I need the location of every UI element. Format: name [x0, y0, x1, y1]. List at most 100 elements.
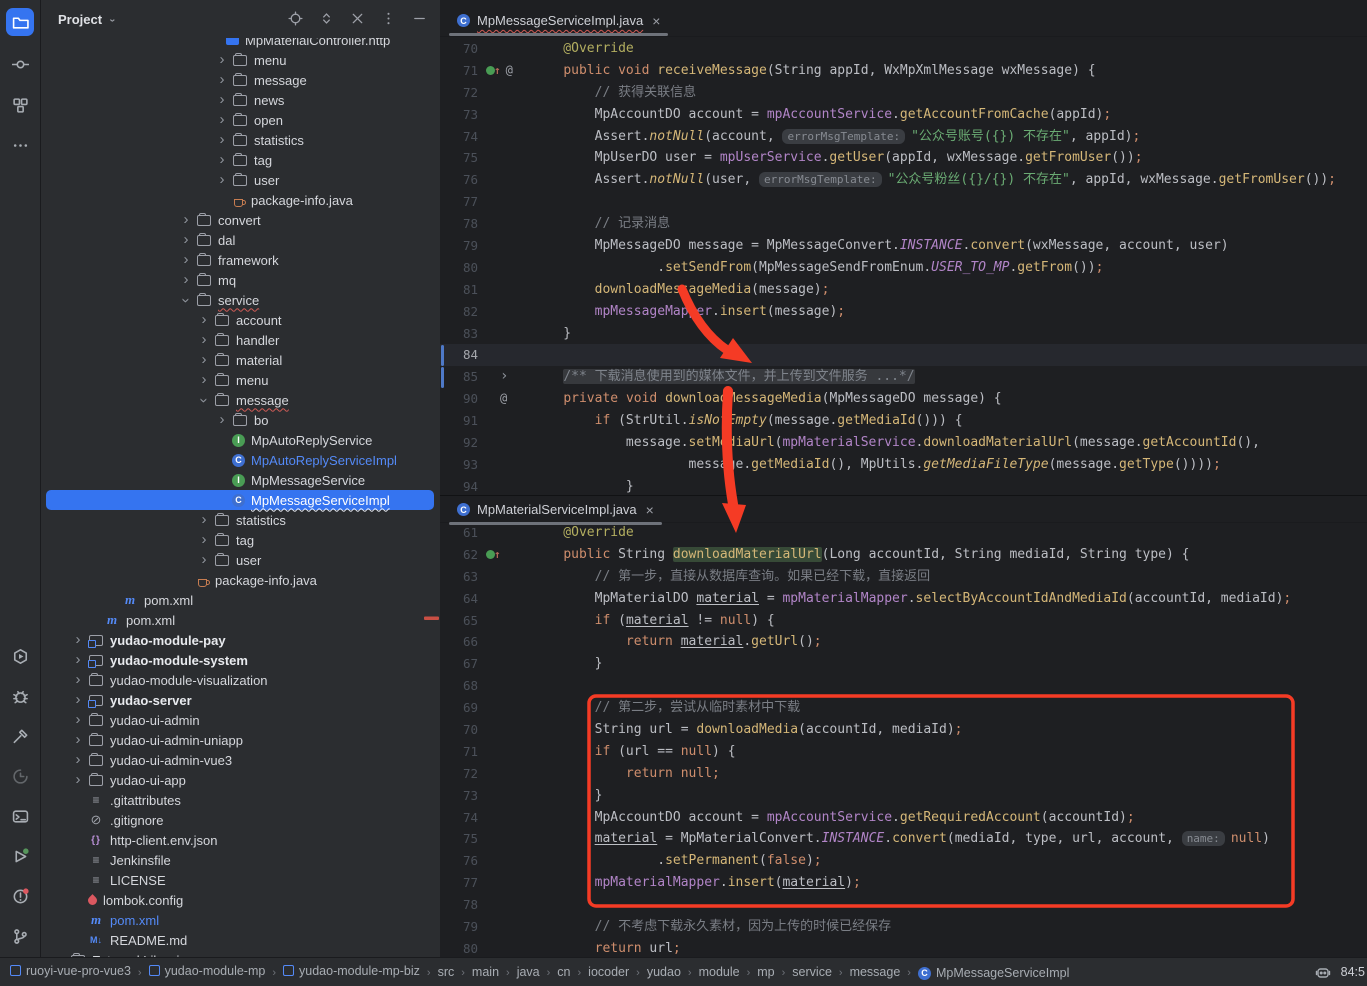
expand-collapse-icon[interactable] [317, 9, 335, 27]
chevron-collapsed-icon[interactable]: › [194, 511, 214, 528]
tree-item--gitignore[interactable]: ⊘.gitignore [40, 810, 440, 830]
tree-item-mpmessageserviceimpl[interactable]: CMpMessageServiceImpl [46, 490, 434, 510]
git-branch-icon[interactable] [6, 922, 34, 950]
tree-item-message[interactable]: ›message [40, 390, 440, 410]
breadcrumb-item-ruoyi-vue-pro-vue3[interactable]: ruoyi-vue-pro-vue3 [10, 964, 131, 978]
gutter[interactable]: 85› [440, 366, 532, 388]
gutter[interactable]: 92 [440, 432, 532, 454]
code-line-66[interactable]: 66 return material.getUrl(); [440, 631, 1367, 653]
tree-item-yudao-ui-admin[interactable]: ›yudao-ui-admin [40, 710, 440, 730]
breadcrumb-item-yudao-module-mp-biz[interactable]: yudao-module-mp-biz [283, 964, 420, 978]
tree-item-material[interactable]: ›material [40, 350, 440, 370]
chevron-collapsed-icon[interactable]: › [194, 331, 214, 348]
gutter[interactable]: 72 [440, 763, 532, 785]
more-tools-icon[interactable] [6, 131, 34, 159]
gutter[interactable]: 76 [440, 169, 532, 191]
tree-item-http-client-env-json[interactable]: {}http-client.env.json [40, 830, 440, 850]
gutter[interactable]: 84 [440, 344, 532, 366]
gutter[interactable]: 69 [440, 697, 532, 719]
collapse-all-icon[interactable] [348, 9, 366, 27]
fold-chevron-icon[interactable]: › [486, 366, 508, 388]
breadcrumb-item-mp[interactable]: mp [757, 965, 774, 979]
gutter[interactable]: 78 [440, 894, 532, 916]
tree-item-mpmessageservice[interactable]: IMpMessageService [40, 470, 440, 490]
gutter[interactable]: 79 [440, 916, 532, 938]
project-folder-icon[interactable] [6, 8, 34, 36]
code-line-77[interactable]: 77 mpMaterialMapper.insert(material); [440, 872, 1367, 894]
gutter[interactable]: 63 [440, 566, 532, 588]
code-line-79[interactable]: 79 // 不考虑下载永久素材，因为上传的时候已经保存 [440, 916, 1367, 938]
code-line-84[interactable]: 84 [440, 344, 1367, 366]
code-line-73[interactable]: 73 MpAccountDO account = mpAccountServic… [440, 104, 1367, 126]
chevron-collapsed-icon[interactable]: › [176, 251, 196, 268]
code-line-80[interactable]: 80 return url; [440, 938, 1367, 958]
tree-item-user[interactable]: ›user [40, 550, 440, 570]
code-line-71[interactable]: 71↑@ public void receiveMessage(String a… [440, 60, 1367, 82]
code-line-80[interactable]: 80 .setSendFrom(MpMessageSendFromEnum.US… [440, 257, 1367, 279]
tree-item-jenkinsfile[interactable]: ≡Jenkinsfile [40, 850, 440, 870]
tree-item-license[interactable]: ≡LICENSE [40, 870, 440, 890]
gutter[interactable]: 75 [440, 147, 532, 169]
chevron-collapsed-icon[interactable]: › [68, 671, 88, 688]
code-line-70[interactable]: 70 @Override [440, 38, 1367, 60]
tree-item-menu[interactable]: ›menu [40, 370, 440, 390]
gutter[interactable]: 90@ [440, 388, 532, 410]
gutter[interactable]: 75 [440, 828, 532, 850]
editor-pane-bottom[interactable]: 61 @Override62↑ public String downloadMa… [440, 522, 1367, 958]
tree-item-open[interactable]: ›open [40, 110, 440, 130]
tree-item-tag[interactable]: ›tag [40, 530, 440, 550]
code-line-94[interactable]: 94 } [440, 476, 1367, 497]
close-icon[interactable]: × [652, 13, 660, 29]
override-marker-icon[interactable]: ↑ [486, 544, 501, 566]
hide-panel-icon[interactable] [410, 9, 428, 27]
tree-item-dal[interactable]: ›dal [40, 230, 440, 250]
code-line-92[interactable]: 92 message.setMediaUrl(mpMaterialService… [440, 432, 1367, 454]
gutter[interactable]: 94 [440, 476, 532, 497]
tree-item-yudao-ui-app[interactable]: ›yudao-ui-app [40, 770, 440, 790]
code-line-62[interactable]: 62↑ public String downloadMaterialUrl(Lo… [440, 544, 1367, 566]
chevron-collapsed-icon[interactable]: › [194, 551, 214, 568]
chevron-collapsed-icon[interactable]: › [212, 151, 232, 168]
gutter[interactable]: 74 [440, 807, 532, 829]
chevron-collapsed-icon[interactable]: › [176, 211, 196, 228]
commit-icon[interactable] [6, 50, 34, 78]
gutter[interactable]: 78 [440, 213, 532, 235]
tree-item-pom-xml[interactable]: mpom.xml [40, 590, 440, 610]
code-line-77[interactable]: 77 [440, 191, 1367, 213]
tree-item-statistics[interactable]: ›statistics [40, 130, 440, 150]
breadcrumb-item-main[interactable]: main [472, 965, 499, 979]
code-line-70[interactable]: 70 String url = downloadMedia(accountId,… [440, 719, 1367, 741]
code-line-91[interactable]: 91 if (StrUtil.isNotEmpty(message.getMed… [440, 410, 1367, 432]
gutter[interactable]: 80 [440, 938, 532, 958]
gutter[interactable]: 66 [440, 631, 532, 653]
breadcrumb-item-service[interactable]: service [792, 965, 832, 979]
gutter[interactable]: 64 [440, 588, 532, 610]
breadcrumb-item-java[interactable]: java [517, 965, 540, 979]
gutter[interactable]: 68 [440, 675, 532, 697]
tree-item--gitattributes[interactable]: ≡.gitattributes [40, 790, 440, 810]
tree-item-lombok-config[interactable]: lombok.config [40, 890, 440, 910]
gutter[interactable]: 61 [440, 522, 532, 544]
gutter[interactable]: 67 [440, 653, 532, 675]
chevron-collapsed-icon[interactable]: › [212, 91, 232, 108]
code-line-69[interactable]: 69 // 第二步，尝试从临时素材中下载 [440, 697, 1367, 719]
tree-item-pom-xml[interactable]: mpom.xml [40, 910, 440, 930]
breadcrumb-item-module[interactable]: module [699, 965, 740, 979]
breadcrumb-item-yudao[interactable]: yudao [647, 965, 681, 979]
code-line-72[interactable]: 72 // 获得关联信息 [440, 82, 1367, 104]
breadcrumb-item-iocoder[interactable]: iocoder [588, 965, 629, 979]
tree-item-readme-md[interactable]: M↓README.md [40, 930, 440, 950]
gutter[interactable]: 70 [440, 719, 532, 741]
code-line-64[interactable]: 64 MpMaterialDO material = mpMaterialMap… [440, 588, 1367, 610]
gutter[interactable]: 81 [440, 279, 532, 301]
coverage-icon[interactable] [6, 762, 34, 790]
tree-item-yudao-module-pay[interactable]: ›yudao-module-pay [40, 630, 440, 650]
tree-item-pom-xml[interactable]: mpom.xml [40, 610, 440, 630]
tree-item-account[interactable]: ›account [40, 310, 440, 330]
build-icon[interactable] [6, 722, 34, 750]
chevron-collapsed-icon[interactable]: › [176, 231, 196, 248]
code-line-79[interactable]: 79 MpMessageDO message = MpMessageConver… [440, 235, 1367, 257]
project-panel-title[interactable]: Project⌄ [58, 12, 116, 27]
gutter[interactable]: 70 [440, 38, 532, 60]
gutter[interactable]: 93 [440, 454, 532, 476]
